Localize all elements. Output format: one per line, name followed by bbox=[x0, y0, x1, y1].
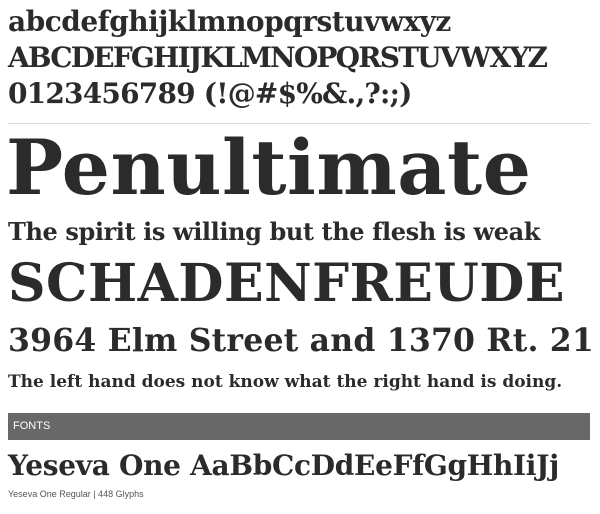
digits-punctuation: 0123456789 (!@#$%&.,?:;) bbox=[8, 77, 412, 110]
display-word: Penultimate bbox=[6, 123, 532, 212]
address-sample: 3964 Elm Street and 1370 Rt. 21 bbox=[8, 322, 595, 359]
font-sample-line[interactable]: Yeseva One AaBbCcDdEeFfGgHhIiJj bbox=[8, 452, 559, 480]
fonts-section-header: FONTS bbox=[8, 413, 590, 440]
font-meta-info: Yeseva One Regular | 448 Glyphs bbox=[8, 489, 144, 499]
lowercase-alphabet: abcdefghijklmnopqrstuvwxyz bbox=[8, 5, 451, 38]
fonts-header-label: FONTS bbox=[13, 420, 51, 432]
sentence-sample: The left hand does not know what the rig… bbox=[8, 372, 563, 392]
german-word-sample: SCHADENFREUDE bbox=[8, 253, 566, 314]
uppercase-alphabet: ABCDEFGHIJKLMNOPQRSTUVWXYZ bbox=[8, 41, 548, 74]
proverb-sample: The spirit is willing but the flesh is w… bbox=[8, 217, 540, 246]
